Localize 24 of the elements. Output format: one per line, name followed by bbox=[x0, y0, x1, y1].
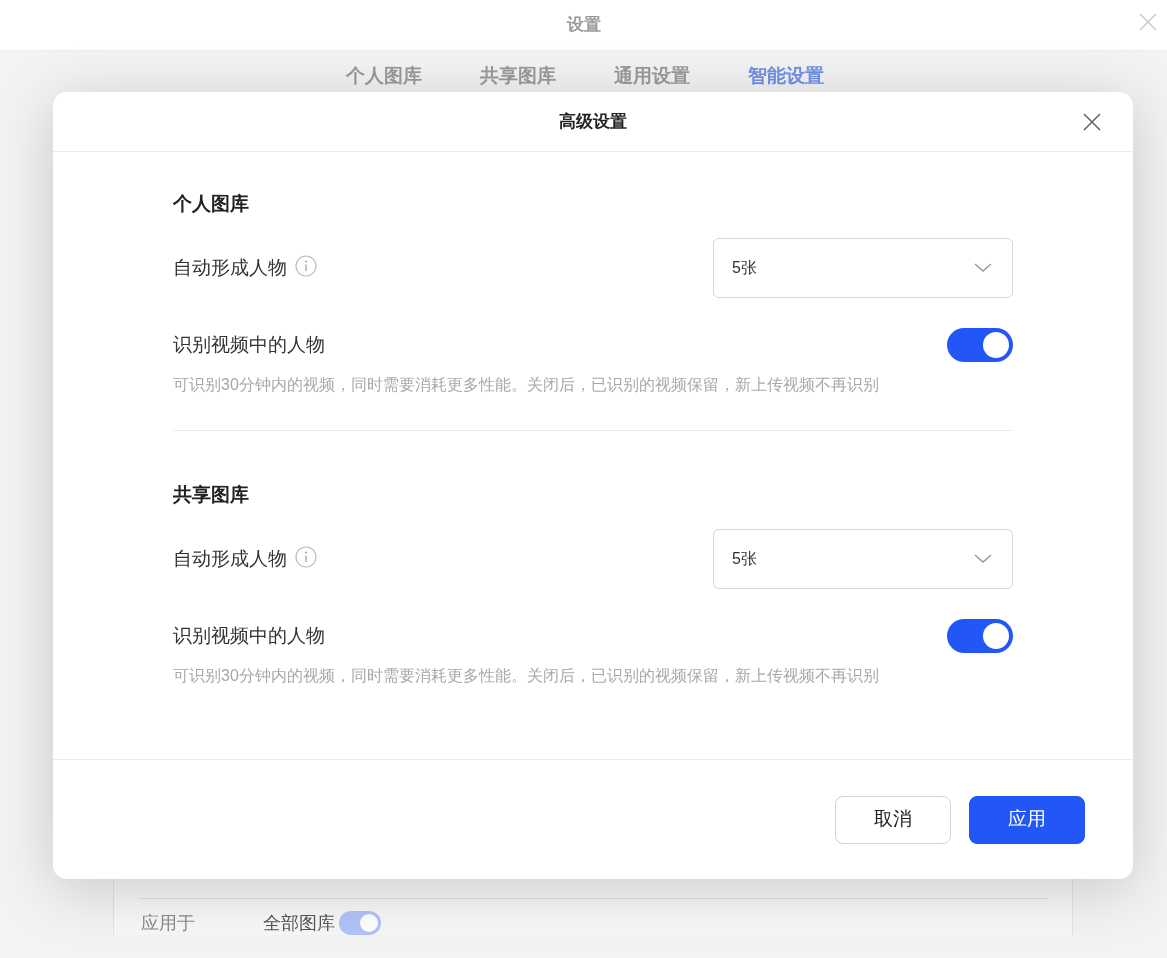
window-title: 设置 bbox=[566, 14, 601, 37]
setting-description: 可识别30分钟内的视频，同时需要消耗更多性能。关闭后，已识别的视频保留，新上传视频不再识别 bbox=[173, 375, 880, 395]
info-icon[interactable] bbox=[295, 546, 317, 568]
field-value: 全部图库 bbox=[263, 912, 335, 935]
dropdown[interactable]: 5张 bbox=[713, 529, 1013, 589]
section-title: 共享图库 bbox=[173, 483, 250, 507]
cancel-button[interactable]: 取消 bbox=[835, 795, 951, 844]
dialog-title: 高级设置 bbox=[559, 110, 627, 133]
info-icon[interactable] bbox=[295, 255, 317, 277]
setting-label: 自动形成人物 bbox=[173, 548, 287, 569]
setting-label: 识别视频中的人物 bbox=[173, 333, 325, 357]
toggle-switch[interactable] bbox=[339, 911, 381, 935]
close-icon[interactable] bbox=[1083, 113, 1101, 131]
toggle-switch[interactable] bbox=[947, 619, 1013, 653]
toggle-switch[interactable] bbox=[947, 328, 1013, 362]
setting-label: 自动形成人物 bbox=[173, 257, 287, 278]
field-label: 应用于 bbox=[141, 912, 196, 935]
chevron-down-icon bbox=[974, 263, 992, 273]
apply-button[interactable]: 应用 bbox=[969, 795, 1085, 844]
section-title: 个人图库 bbox=[173, 192, 250, 216]
chevron-down-icon bbox=[974, 554, 992, 564]
setting-label: 识别视频中的人物 bbox=[173, 624, 325, 648]
setting-description: 可识别30分钟内的视频，同时需要消耗更多性能。关闭后，已识别的视频保留，新上传视频不再识别 bbox=[173, 666, 880, 686]
dropdown[interactable]: 5张 bbox=[713, 238, 1013, 298]
